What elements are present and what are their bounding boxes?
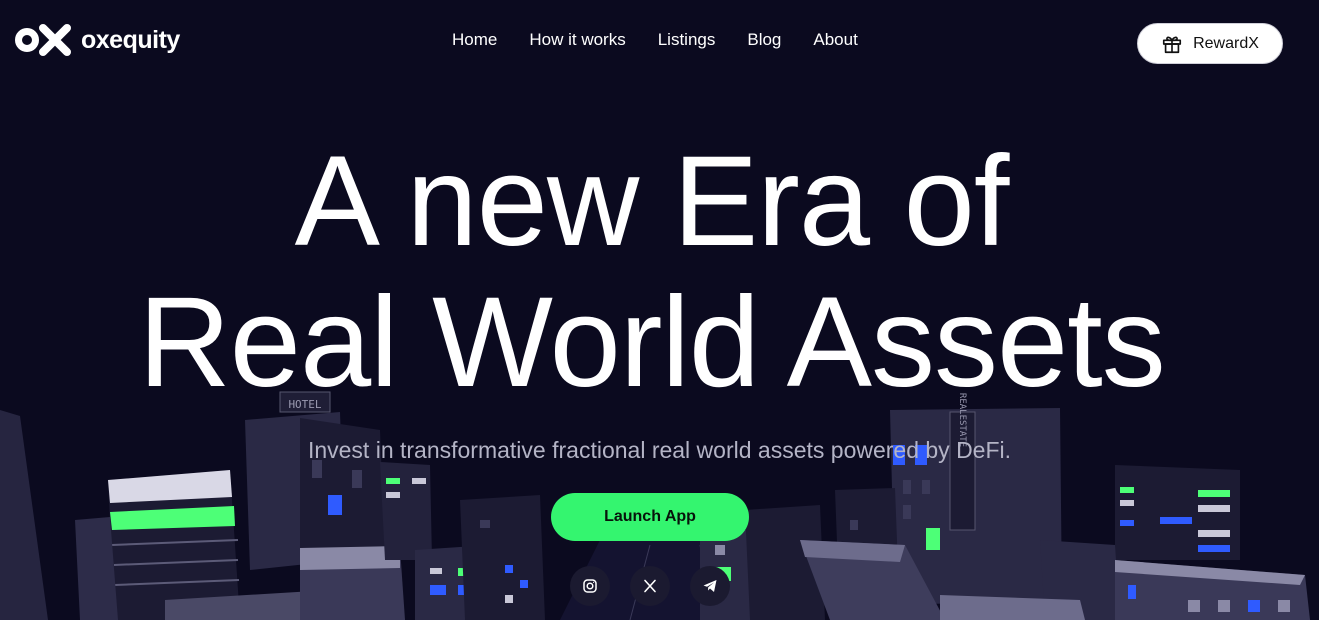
hero-title-line-2: Real World Assets	[138, 271, 1165, 414]
gift-icon	[1163, 36, 1182, 53]
nav-home[interactable]: Home	[452, 30, 497, 50]
x-link[interactable]	[630, 566, 670, 606]
ox-logo-icon	[15, 24, 71, 56]
nav-blog[interactable]: Blog	[747, 30, 781, 50]
nav-listings[interactable]: Listings	[658, 30, 716, 50]
top-navbar: oxequity Home How it works Listings Blog…	[0, 0, 1319, 80]
telegram-link[interactable]	[690, 566, 730, 606]
instagram-link[interactable]	[570, 566, 610, 606]
nav-about[interactable]: About	[813, 30, 857, 50]
hotel-building: HOTEL	[245, 391, 385, 570]
brand-logo[interactable]: oxequity	[15, 24, 180, 56]
hero-subtitle: Invest in transformative fractional real…	[307, 437, 1012, 463]
nav-how-it-works[interactable]: How it works	[529, 30, 625, 50]
x-icon	[644, 579, 656, 593]
hero-title-line-1: A new Era of	[294, 130, 1010, 273]
telegram-icon	[703, 580, 717, 592]
rewardx-button[interactable]: RewardX	[1137, 23, 1283, 64]
brand-name: oxequity	[81, 25, 180, 54]
instagram-icon	[583, 579, 597, 593]
main-menu: Home How it works Listings Blog About	[452, 30, 890, 50]
rewardx-label: RewardX	[1193, 34, 1259, 52]
launch-app-button[interactable]: Launch App	[551, 493, 749, 541]
